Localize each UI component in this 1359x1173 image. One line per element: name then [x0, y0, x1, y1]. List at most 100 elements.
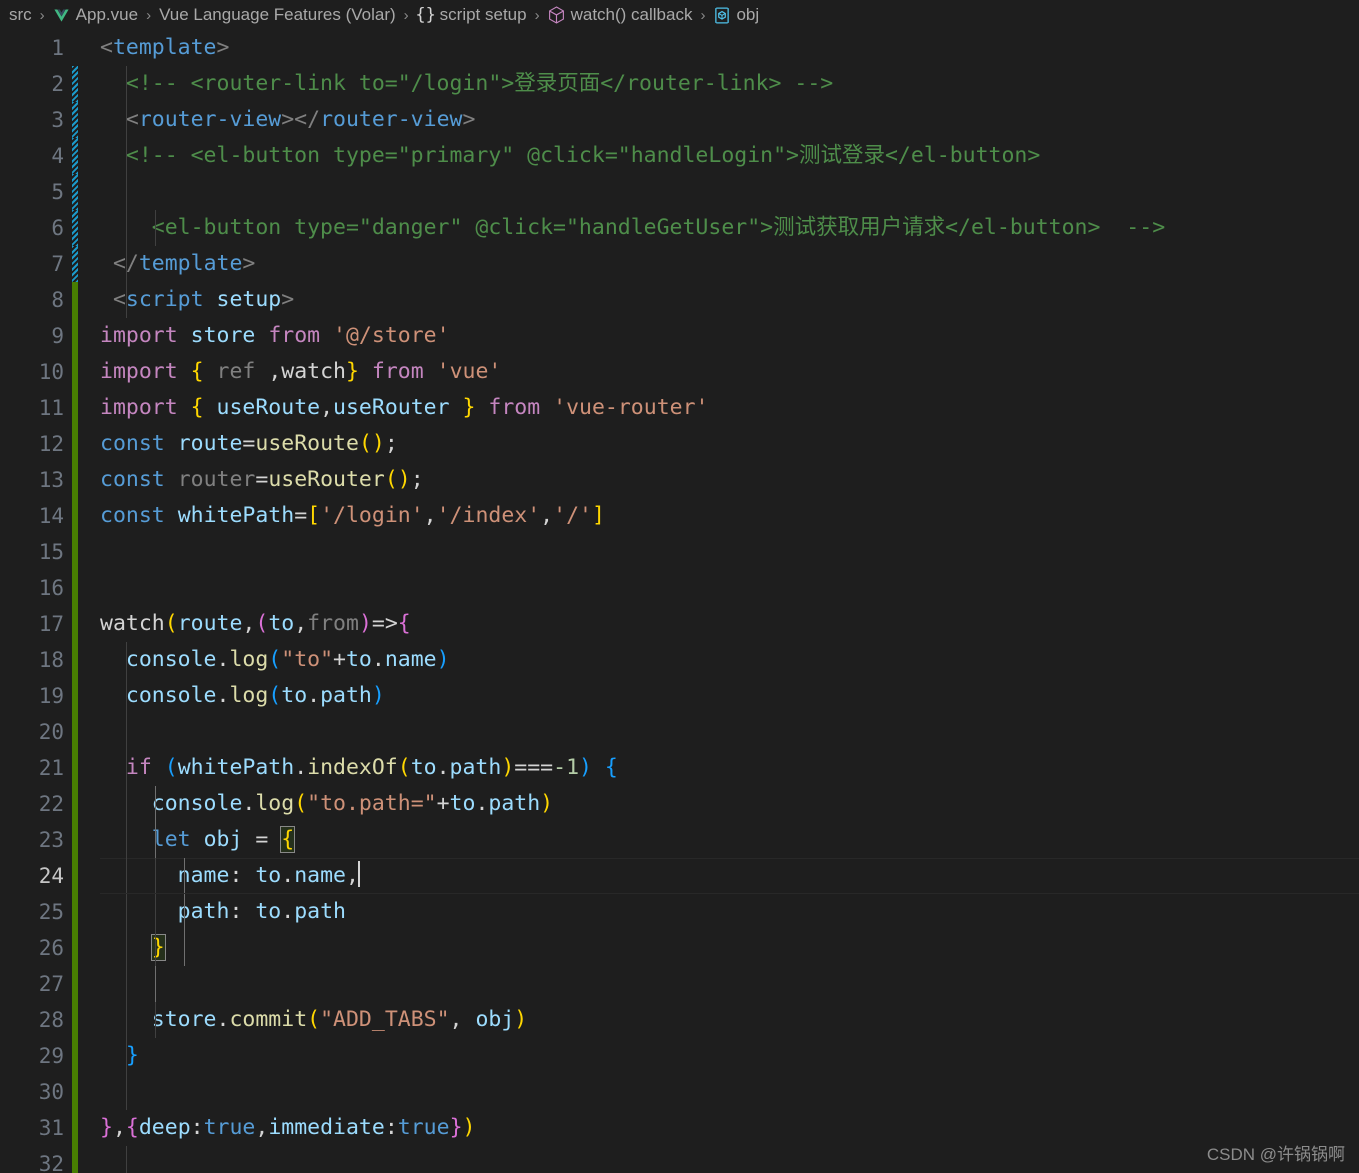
code-editor[interactable]: 1 <template> 2 <!-- <router-link to="/logi… [0, 30, 1359, 1173]
line-number: 23 [38, 828, 64, 852]
code-line[interactable]: 13 const router=useRouter(); [0, 462, 1359, 498]
breadcrumb-item-watch-callback[interactable]: watch() callback [547, 5, 694, 25]
diff-added-indicator [72, 1002, 78, 1038]
code-line[interactable]: 7 </template> [0, 246, 1359, 282]
code-line-text[interactable]: const route=useRoute(); [72, 426, 1359, 462]
indent-guide [126, 138, 127, 174]
code-line[interactable]: 26 } [0, 930, 1359, 966]
breadcrumb-item-obj[interactable]: obj [712, 5, 760, 25]
code-line-text[interactable]: import { useRoute,useRouter } from 'vue-… [72, 390, 1359, 426]
code-line-text[interactable]: console.log("to"+to.name) [72, 642, 1359, 678]
diff-added-indicator [72, 282, 78, 318]
diff-added-indicator [72, 714, 78, 750]
code-lines-container[interactable]: 1 <template> 2 <!-- <router-link to="/logi… [0, 30, 1359, 1173]
code-line[interactable]: 4 <!-- <el-button type="primary" @click=… [0, 138, 1359, 174]
diff-added-indicator [72, 498, 78, 534]
code-line[interactable]: 17 watch(route,(to,from)=>{ [0, 606, 1359, 642]
code-line[interactable]: 20 [0, 714, 1359, 750]
line-number: 8 [51, 288, 64, 312]
code-line-text[interactable]: if (whitePath.indexOf(to.path)===-1) { [72, 750, 1359, 786]
code-line[interactable]: 30 [0, 1074, 1359, 1110]
code-line-text[interactable]: } [72, 930, 1359, 966]
code-line[interactable]: 32 [0, 1146, 1359, 1173]
code-line[interactable]: 22 console.log("to.path="+to.path) [0, 786, 1359, 822]
code-line[interactable]: 14 const whitePath=['/login','/index','/'… [0, 498, 1359, 534]
code-line[interactable]: 23 let obj = { [0, 822, 1359, 858]
code-line-text[interactable]: name: to.name, [72, 858, 1359, 894]
code-line-text[interactable]: } [72, 1038, 1359, 1074]
code-line-text[interactable]: <!-- <router-link to="/login">登录页面</rout… [72, 66, 1359, 102]
diff-pending-indicator [72, 174, 78, 210]
code-line-text[interactable]: path: to.path [72, 894, 1359, 930]
line-number: 11 [38, 396, 64, 420]
code-line[interactable]: 8 <script setup> [0, 282, 1359, 318]
code-line-text[interactable]: console.log("to.path="+to.path) [72, 786, 1359, 822]
code-line[interactable]: 15 [0, 534, 1359, 570]
line-number: 27 [38, 972, 64, 996]
cube-icon [548, 6, 566, 24]
code-line[interactable]: 25 path: to.path [0, 894, 1359, 930]
line-number: 6 [51, 216, 64, 240]
code-line-text[interactable]: const whitePath=['/login','/index','/'] [72, 498, 1359, 534]
watermark: CSDN @许锅锅啊 [1206, 1145, 1345, 1164]
breadcrumb-item-app-vue[interactable]: App.vue [52, 5, 139, 25]
diff-added-indicator [72, 318, 78, 354]
code-line-text[interactable]: watch(route,(to,from)=>{ [72, 606, 1359, 642]
indent-guide [183, 858, 185, 894]
code-line[interactable]: 19 console.log(to.path) [0, 678, 1359, 714]
code-line-text[interactable]: <template> [72, 30, 1359, 66]
indent-guide [126, 1002, 127, 1038]
diff-pending-indicator [72, 138, 78, 174]
breadcrumb-label: script setup [439, 5, 527, 24]
indent-guide [126, 282, 127, 318]
code-line-text[interactable]: </template> [72, 246, 1359, 282]
code-line-text[interactable]: <script setup> [72, 282, 1359, 318]
diff-added-indicator [72, 570, 78, 606]
indent-guide [126, 66, 127, 102]
breadcrumb-item-script-setup[interactable]: {} script setup [415, 5, 528, 25]
diff-added-indicator [72, 1074, 78, 1110]
code-line[interactable]: 24 name: to.name, [0, 858, 1359, 894]
diff-pending-indicator [72, 246, 78, 282]
diff-added-indicator [72, 786, 78, 822]
code-line[interactable]: 29 } [0, 1038, 1359, 1074]
code-line-text[interactable]: },{deep:true,immediate:true}) [72, 1110, 1359, 1146]
code-line[interactable]: 27 [0, 966, 1359, 1002]
code-line-text[interactable]: store.commit("ADD_TABS", obj) [72, 1002, 1359, 1038]
code-line[interactable]: 5 [0, 174, 1359, 210]
code-line-text[interactable]: console.log(to.path) [72, 678, 1359, 714]
code-line-text[interactable]: <router-view></router-view> [72, 102, 1359, 138]
line-number: 21 [38, 756, 64, 780]
code-line[interactable]: 21 if (whitePath.indexOf(to.path)===-1) … [0, 750, 1359, 786]
indent-guide [154, 210, 156, 246]
diff-added-indicator [72, 642, 78, 678]
code-line[interactable]: 11 import { useRoute,useRouter } from 'vu… [0, 390, 1359, 426]
object-icon [713, 6, 731, 24]
diff-added-indicator [72, 1110, 78, 1146]
code-line[interactable]: 18 console.log("to"+to.name) [0, 642, 1359, 678]
breadcrumb-separator-icon: › [39, 6, 45, 24]
code-line[interactable]: 2 <!-- <router-link to="/login">登录页面</ro… [0, 66, 1359, 102]
code-line[interactable]: 6 <el-button type="danger" @click="handl… [0, 210, 1359, 246]
code-line-text[interactable]: <el-button type="danger" @click="handleG… [72, 210, 1359, 246]
code-line[interactable]: 28 store.commit("ADD_TABS", obj) [0, 1002, 1359, 1038]
indent-guide [126, 1038, 127, 1074]
code-line-text[interactable]: <!-- <el-button type="primary" @click="h… [72, 138, 1359, 174]
code-line[interactable]: 9 import store from '@/store' [0, 318, 1359, 354]
code-line[interactable]: 3 <router-view></router-view> [0, 102, 1359, 138]
breadcrumb-label: obj [736, 5, 760, 24]
code-line[interactable]: 1 <template> [0, 30, 1359, 66]
code-line-text[interactable]: let obj = { [72, 822, 1359, 858]
code-line-text[interactable]: import store from '@/store' [72, 318, 1359, 354]
code-line-text[interactable]: const router=useRouter(); [72, 462, 1359, 498]
code-line[interactable]: 16 [0, 570, 1359, 606]
indent-guide [126, 1074, 127, 1110]
code-line[interactable]: 10 import { ref ,watch} from 'vue' [0, 354, 1359, 390]
breadcrumb-item-volar[interactable]: Vue Language Features (Volar) [158, 5, 397, 25]
code-line-text[interactable]: import { ref ,watch} from 'vue' [72, 354, 1359, 390]
code-line[interactable]: 12 const route=useRoute(); [0, 426, 1359, 462]
line-number: 4 [51, 144, 64, 168]
breadcrumb-item-src[interactable]: src [8, 5, 33, 25]
diff-added-indicator [72, 462, 78, 498]
code-line[interactable]: 31},{deep:true,immediate:true}) [0, 1110, 1359, 1146]
